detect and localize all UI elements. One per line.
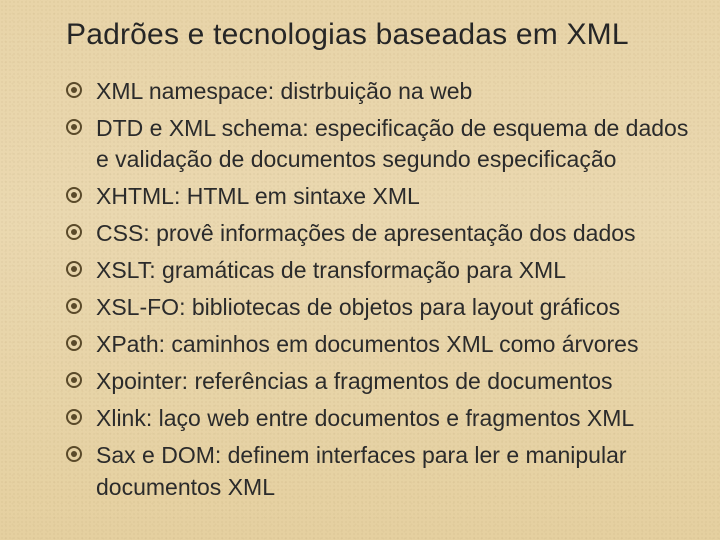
- list-item: Xlink: laço web entre documentos e fragm…: [66, 403, 692, 434]
- list-item: XML namespace: distrbuição na web: [66, 76, 692, 107]
- list-item: Sax e DOM: definem interfaces para ler e…: [66, 440, 692, 502]
- list-item: CSS: provê informações de apresentação d…: [66, 218, 692, 249]
- list-item: XSLT: gramáticas de transformação para X…: [66, 255, 692, 286]
- bullet-list: XML namespace: distrbuição na web DTD e …: [28, 76, 692, 503]
- list-item: XSL-FO: bibliotecas de objetos para layo…: [66, 292, 692, 323]
- list-item: Xpointer: referências a fragmentos de do…: [66, 366, 692, 397]
- list-item: DTD e XML schema: especificação de esque…: [66, 113, 692, 175]
- list-item: XPath: caminhos em documentos XML como á…: [66, 329, 692, 360]
- slide-title: Padrões e tecnologias baseadas em XML: [66, 18, 692, 52]
- list-item: XHTML: HTML em sintaxe XML: [66, 181, 692, 212]
- slide: Padrões e tecnologias baseadas em XML XM…: [0, 0, 720, 540]
